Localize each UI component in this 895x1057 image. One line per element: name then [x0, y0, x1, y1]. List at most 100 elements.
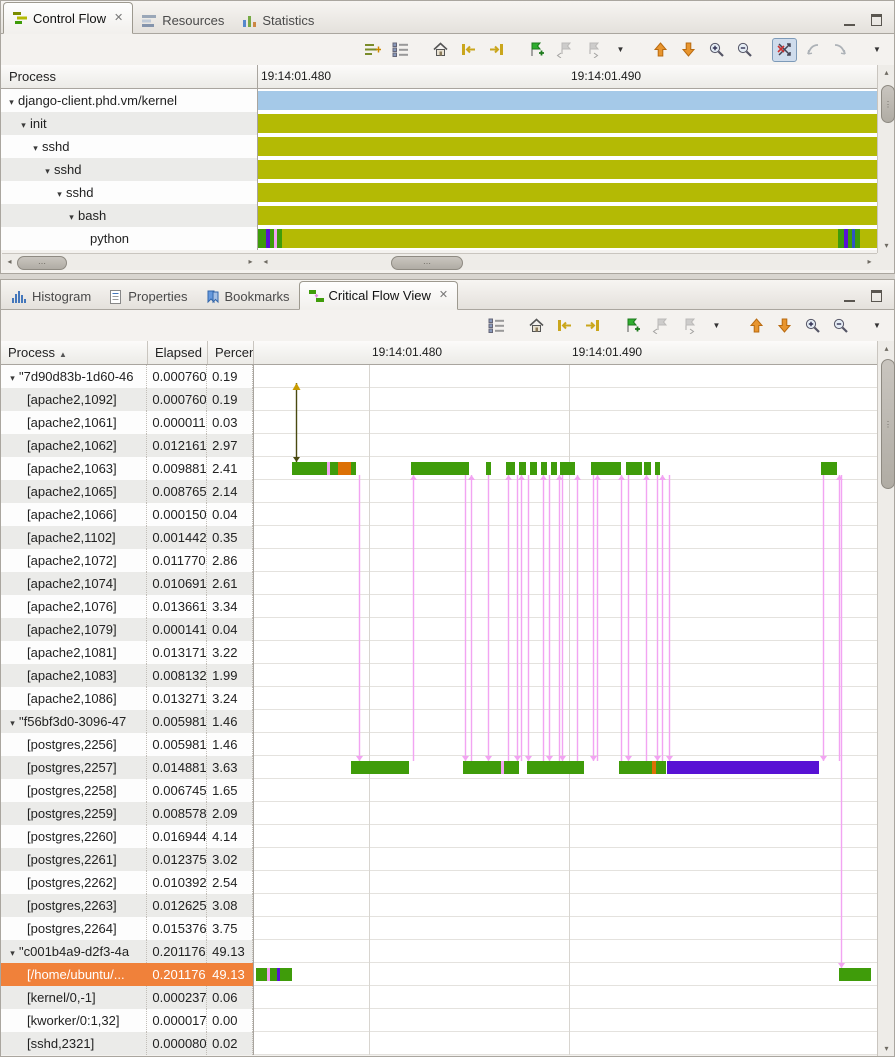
expander-icon[interactable]: ▾: [6, 942, 19, 963]
table-row[interactable]: [apache2,1102]0.0014420.35: [1, 526, 253, 549]
critical-path-state-bar[interactable]: [541, 462, 547, 475]
critical-path-state-bar[interactable]: [486, 462, 491, 475]
expander-icon[interactable]: ▾: [6, 367, 19, 388]
scroll-left-icon[interactable]: ◂: [258, 254, 273, 269]
table-row[interactable]: [apache2,1083]0.0081321.99: [1, 664, 253, 687]
critical-path-state-segment[interactable]: [501, 761, 504, 774]
follow-event-forward-icon[interactable]: [828, 38, 853, 62]
table-row[interactable]: [apache2,1063]0.0098812.41: [1, 457, 253, 480]
chart-horizontal-scrollbar[interactable]: ◂ ▸ ⋯: [258, 253, 877, 270]
expander-icon[interactable]: ▾: [53, 183, 66, 204]
control-flow-chart[interactable]: [258, 89, 877, 250]
follow-event-backward-icon[interactable]: [800, 38, 825, 62]
critical-path-state-bar[interactable]: [619, 761, 666, 774]
reset-time-scale-icon[interactable]: [524, 314, 549, 338]
previous-marker-icon[interactable]: [648, 314, 673, 338]
process-tree-row[interactable]: ▾sshd: [1, 181, 257, 204]
state-bar[interactable]: [258, 160, 877, 179]
time-axis-header[interactable]: 19:14:01.48019:14:01.490: [254, 341, 877, 365]
scrollbar-thumb[interactable]: ⋮: [881, 359, 895, 489]
table-row[interactable]: [sshd,2321]0.0000800.02: [1, 1032, 253, 1055]
scroll-up-icon[interactable]: ▴: [879, 341, 894, 356]
process-tree-row[interactable]: ▾sshd: [1, 135, 257, 158]
table-row[interactable]: [postgres,2262]0.0103922.54: [1, 871, 253, 894]
table-row[interactable]: [apache2,1076]0.0136613.34: [1, 595, 253, 618]
select-next-state-icon[interactable]: [580, 314, 605, 338]
critical-path-state-segment[interactable]: [652, 761, 656, 774]
scrollbar-thumb[interactable]: ⋯: [391, 256, 463, 270]
process-tree-row[interactable]: ▾django-client.phd.vm/kernel: [1, 89, 257, 112]
table-row[interactable]: [/home/ubuntu/...0.20117649.13: [1, 963, 253, 986]
state-bar[interactable]: [258, 206, 877, 225]
table-row[interactable]: [apache2,1074]0.0106912.61: [1, 572, 253, 595]
add-bookmark-icon[interactable]: [524, 38, 549, 62]
scroll-left-icon[interactable]: ◂: [2, 254, 17, 269]
select-prev-state-icon[interactable]: [552, 314, 577, 338]
chart-row[interactable]: [258, 181, 877, 204]
select-next-state-icon[interactable]: [484, 38, 509, 62]
tab-control-flow[interactable]: Control Flow✕: [3, 2, 133, 34]
tree-horizontal-scrollbar[interactable]: ◂ ▸ ⋯: [2, 253, 258, 270]
tab-statistics[interactable]: Statistics: [233, 8, 323, 33]
table-row[interactable]: [apache2,1086]0.0132713.24: [1, 687, 253, 710]
scroll-up-icon[interactable]: ▴: [879, 65, 894, 80]
tab-critical-flow-view[interactable]: Critical Flow View✕: [299, 281, 459, 310]
critical-path-state-bar[interactable]: [530, 462, 537, 475]
minimize-button[interactable]: [842, 290, 857, 303]
scroll-down-icon[interactable]: ▾: [879, 1041, 894, 1056]
state-bar[interactable]: [258, 91, 877, 110]
zoom-in-icon[interactable]: [800, 314, 825, 338]
table-row[interactable]: [postgres,2257]0.0148813.63: [1, 756, 253, 779]
critical-path-state-bar[interactable]: [551, 462, 557, 475]
critical-flow-timeline[interactable]: [254, 365, 877, 1055]
table-row[interactable]: [apache2,1061]0.0000110.03: [1, 411, 253, 434]
scrollbar-thumb[interactable]: ⋯: [17, 256, 67, 270]
state-segment[interactable]: [860, 229, 877, 248]
table-row[interactable]: ▾"f56bf3d0-3096-470.0059811.46: [1, 710, 253, 733]
column-header-elapsed[interactable]: Elapsed: [148, 341, 208, 365]
show-view-filters-icon[interactable]: [484, 314, 509, 338]
table-row[interactable]: [postgres,2258]0.0067451.65: [1, 779, 253, 802]
chart-row[interactable]: [258, 227, 877, 250]
next-marker-icon[interactable]: [580, 38, 605, 62]
state-segment[interactable]: [282, 229, 838, 248]
table-row[interactable]: [postgres,2256]0.0059811.46: [1, 733, 253, 756]
critical-path-state-bar[interactable]: [667, 761, 819, 774]
chart-vertical-scrollbar[interactable]: ▴ ▾ ⋮: [877, 65, 894, 253]
scroll-right-icon[interactable]: ▸: [243, 254, 258, 269]
table-row[interactable]: [kernel/0,-1]0.0002370.06: [1, 986, 253, 1009]
chart-row[interactable]: [258, 204, 877, 227]
marker-menu-icon[interactable]: ▼: [704, 314, 729, 338]
table-row[interactable]: [postgres,2261]0.0123753.02: [1, 848, 253, 871]
align-views-icon[interactable]: [360, 38, 385, 62]
table-row[interactable]: [apache2,1072]0.0117702.86: [1, 549, 253, 572]
expander-icon[interactable]: ▾: [41, 160, 54, 181]
state-bar[interactable]: [258, 183, 877, 202]
close-tab-icon[interactable]: ✕: [439, 290, 448, 301]
process-column-header[interactable]: Process: [1, 65, 258, 89]
column-header-percent[interactable]: Percent: [208, 341, 254, 365]
reset-time-scale-icon[interactable]: [428, 38, 453, 62]
table-row[interactable]: ▾"c001b4a9-d2f3-4a0.20117649.13: [1, 940, 253, 963]
table-row[interactable]: [postgres,2259]0.0085782.09: [1, 802, 253, 825]
minimize-button[interactable]: [842, 14, 857, 27]
critical-path-state-segment[interactable]: [327, 462, 330, 475]
move-up-icon[interactable]: [744, 314, 769, 338]
table-row[interactable]: [apache2,1092]0.0007600.19: [1, 388, 253, 411]
critical-path-state-bar[interactable]: [519, 462, 526, 475]
expander-icon[interactable]: ▾: [65, 206, 78, 227]
critical-path-state-bar[interactable]: [411, 462, 469, 475]
expander-icon[interactable]: ▾: [17, 114, 30, 135]
critical-path-state-bar[interactable]: [626, 462, 642, 475]
move-down-icon[interactable]: [772, 314, 797, 338]
process-tree-row[interactable]: ▾init: [1, 112, 257, 135]
table-row[interactable]: [postgres,2260]0.0169444.14: [1, 825, 253, 848]
column-header-process[interactable]: Process▲: [1, 341, 148, 365]
critical-path-state-bar[interactable]: [463, 761, 519, 774]
add-bookmark-icon[interactable]: [620, 314, 645, 338]
move-up-icon[interactable]: [648, 38, 673, 62]
maximize-button[interactable]: [869, 14, 884, 27]
table-row[interactable]: ▾"7d90d83b-1d60-460.0007600.19: [1, 365, 253, 388]
critical-path-state-segment[interactable]: [338, 462, 351, 475]
state-bar[interactable]: [258, 114, 877, 133]
